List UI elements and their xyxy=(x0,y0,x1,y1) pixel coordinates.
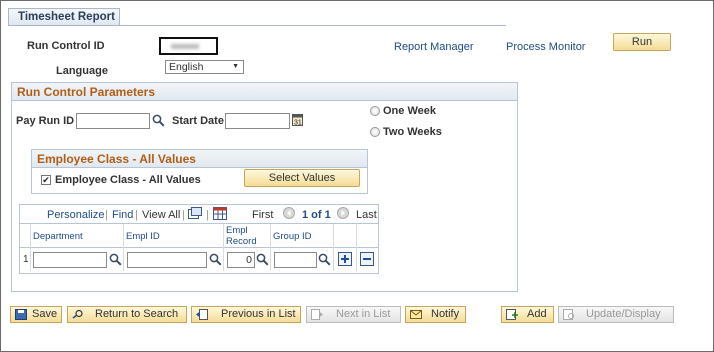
page-frame: Timesheet Report Run Control ID Report M… xyxy=(0,0,714,352)
one-week-label: One Week xyxy=(383,105,436,117)
two-weeks-radio[interactable] xyxy=(370,127,380,137)
chevron-down-icon: ▼ xyxy=(232,63,239,70)
personalize-link[interactable]: Personalize xyxy=(47,209,104,221)
update-display-icon xyxy=(563,309,574,320)
svg-text:31: 31 xyxy=(294,120,302,127)
group-id-input[interactable] xyxy=(274,252,317,268)
start-date-label: Start Date xyxy=(172,115,224,127)
group-id-lookup-icon[interactable] xyxy=(318,253,331,266)
language-select[interactable]: English ▼ xyxy=(165,60,244,74)
empl-record-input[interactable]: 0 xyxy=(227,252,255,268)
redacted-text xyxy=(171,44,199,49)
add-label: Add xyxy=(527,308,547,320)
next-page-icon[interactable] xyxy=(337,207,349,219)
calendar-icon[interactable]: 31 xyxy=(292,114,303,126)
grid-separator: | xyxy=(135,209,138,221)
last-label: Last xyxy=(356,209,377,221)
save-label: Save xyxy=(32,308,58,320)
run-control-id-label: Run Control ID xyxy=(27,40,105,52)
tab-divider xyxy=(8,25,506,26)
add-icon xyxy=(506,309,518,320)
empl-record-header-line2: Record xyxy=(226,236,257,247)
next-in-list-icon xyxy=(311,309,323,320)
grid-separator: | xyxy=(105,209,108,221)
grid-col-divider xyxy=(30,224,31,271)
return-to-search-label: Return to Search xyxy=(95,308,179,320)
update-display-label: Update/Display xyxy=(586,308,661,320)
two-weeks-label: Two Weeks xyxy=(383,126,442,138)
tab-timesheet-report[interactable]: Timesheet Report xyxy=(8,8,120,25)
process-monitor-link[interactable]: Process Monitor xyxy=(506,41,585,53)
run-button[interactable]: Run xyxy=(613,33,671,51)
group-id-header[interactable]: Group ID xyxy=(273,231,312,242)
add-row-icon[interactable] xyxy=(338,252,352,266)
grid-col-divider xyxy=(223,224,224,271)
empl-record-header[interactable]: Empl Record xyxy=(226,225,257,247)
department-lookup-icon[interactable] xyxy=(109,253,122,266)
return-to-search-icon xyxy=(72,309,83,319)
notify-button[interactable]: Notify xyxy=(405,306,466,323)
start-date-input[interactable] xyxy=(225,113,290,129)
report-manager-link[interactable]: Report Manager xyxy=(394,41,474,53)
notify-icon xyxy=(410,310,422,319)
department-input[interactable] xyxy=(33,252,107,268)
add-button[interactable]: Add xyxy=(501,306,554,323)
grid-col-divider xyxy=(333,224,334,271)
previous-page-icon[interactable] xyxy=(283,207,295,219)
empl-record-lookup-icon[interactable] xyxy=(256,253,269,266)
view-all-link[interactable]: View All xyxy=(142,209,180,221)
run-control-parameters-title: Run Control Parameters xyxy=(12,83,517,101)
grid-col-divider xyxy=(356,224,357,271)
row-number: 1 xyxy=(23,254,29,265)
one-week-radio[interactable] xyxy=(370,106,380,116)
empl-id-input[interactable] xyxy=(127,252,207,268)
grid-separator: | xyxy=(182,209,185,221)
run-control-id-value xyxy=(159,37,218,55)
new-window-icon[interactable] xyxy=(188,207,202,219)
pay-run-id-input[interactable] xyxy=(76,113,150,129)
empl-id-lookup-icon[interactable] xyxy=(209,253,222,266)
employee-class-checkbox-label: Employee Class - All Values xyxy=(55,174,201,186)
pay-run-id-label: Pay Run ID xyxy=(16,115,75,127)
update-display-button[interactable]: Update/Display xyxy=(558,306,674,323)
notify-label: Notify xyxy=(431,308,460,320)
employee-class-checkbox[interactable]: ✔ xyxy=(41,175,51,185)
grid-separator: | xyxy=(206,209,209,221)
previous-in-list-label: Previous in List xyxy=(221,308,296,320)
grid-col-divider xyxy=(123,224,124,271)
page-info: 1 of 1 xyxy=(302,209,331,221)
language-select-value: English xyxy=(169,61,204,73)
download-grid-icon[interactable] xyxy=(213,207,227,220)
find-link[interactable]: Find xyxy=(112,209,133,221)
previous-in-list-button[interactable]: Previous in List xyxy=(191,306,301,323)
next-in-list-label: Next in List xyxy=(336,308,391,320)
next-in-list-button[interactable]: Next in List xyxy=(306,306,401,323)
first-label: First xyxy=(252,209,274,221)
delete-row-icon[interactable] xyxy=(360,252,374,266)
lookup-icon[interactable] xyxy=(152,114,165,127)
return-to-search-button[interactable]: Return to Search xyxy=(67,306,187,323)
previous-in-list-icon xyxy=(196,309,208,320)
employee-class-title: Employee Class - All Values xyxy=(32,150,367,168)
grid-col-divider xyxy=(270,224,271,271)
select-values-button[interactable]: Select Values xyxy=(244,169,360,187)
empl-record-header-line1: Empl xyxy=(226,225,248,236)
department-header[interactable]: Department xyxy=(33,231,83,242)
language-label: Language xyxy=(56,65,108,77)
save-icon xyxy=(15,309,27,320)
empl-id-header[interactable]: Empl ID xyxy=(126,231,160,242)
grid-header-divider xyxy=(20,223,378,224)
save-button[interactable]: Save xyxy=(10,306,62,323)
grid-row-divider xyxy=(20,247,378,248)
